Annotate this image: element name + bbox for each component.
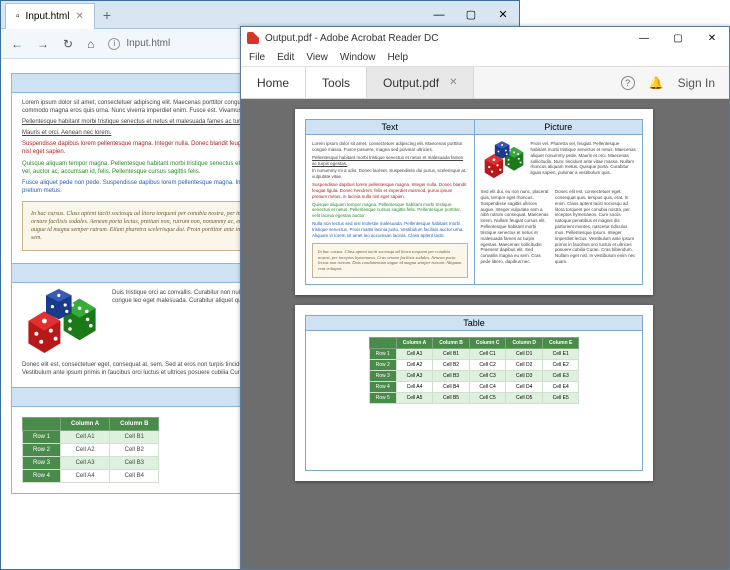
window-controls: — ▢ ✕ — [423, 1, 519, 29]
table-row: Row 4Cell A4Cell B4 — [23, 469, 159, 482]
table-row: Row 1Cell A1Cell B1 — [23, 430, 159, 443]
browser-tab[interactable]: ▫ Input.html ✕ — [5, 3, 95, 29]
close-icon[interactable]: ✕ — [449, 77, 457, 88]
pdf-page: Text Lorem ipsum dolor sit amet, consect… — [295, 109, 653, 295]
tab-label: Output.pdf — [383, 76, 439, 90]
column-text: Text Lorem ipsum dolor sit amet, consect… — [305, 119, 475, 285]
table-row: Row 3Cell A3Cell B3 — [23, 456, 159, 469]
paragraph: Sed elit dui, eu non nunc, placerat quis… — [481, 189, 551, 265]
help-icon[interactable]: ? — [621, 76, 635, 90]
menu-file[interactable]: File — [249, 52, 265, 63]
menu-bar: File Edit View Window Help — [241, 49, 729, 67]
close-button[interactable]: ✕ — [487, 1, 519, 29]
window-title: Output.pdf - Adobe Acrobat Reader DC — [265, 33, 438, 44]
minimize-button[interactable]: — — [423, 1, 455, 29]
paragraph: Nulla non lectus sed nisl molestie males… — [312, 221, 468, 239]
paragraph: Donec elit est, consectetuer eget, conse… — [555, 189, 636, 265]
paragraph: Suspendisse dapibus lorem pellentesque m… — [312, 182, 468, 200]
address-bar[interactable]: i Input.html — [108, 38, 170, 50]
table-header: Column A — [61, 417, 110, 430]
column-header: Text — [306, 120, 474, 135]
data-table: Column AColumn BColumn CColumn DColumn E… — [369, 337, 580, 404]
column-header: Picture — [475, 120, 643, 135]
page-icon: ▫ — [16, 11, 20, 22]
maximize-button[interactable]: ▢ — [455, 1, 487, 29]
menu-edit[interactable]: Edit — [277, 52, 294, 63]
pdf-tab-bar: Home Tools Output.pdf ✕ ? 🔔 Sign In — [241, 67, 729, 99]
menu-help[interactable]: Help — [387, 52, 408, 63]
menu-window[interactable]: Window — [340, 52, 376, 63]
browser-titlebar: ▫ Input.html ✕ + — ▢ ✕ — [1, 1, 519, 29]
paragraph: Proin vel. Pharetra vel, feugiat. Pellen… — [531, 141, 637, 176]
dice-image — [481, 141, 527, 183]
table-header: Column B — [110, 417, 159, 430]
home-button[interactable]: ⌂ — [87, 37, 94, 51]
forward-button[interactable]: → — [37, 37, 49, 51]
back-button[interactable]: ← — [11, 37, 23, 51]
close-button[interactable]: ✕ — [695, 27, 729, 49]
dice-image — [22, 289, 102, 361]
column-picture: Picture Proin vel. Pharetra vel, feugiat… — [475, 119, 644, 285]
paragraph: Pellentesque habitant morbi tristique se… — [312, 155, 468, 167]
refresh-button[interactable]: ↻ — [63, 37, 73, 51]
tab-bar-right: ? 🔔 Sign In — [607, 67, 729, 98]
acrobat-icon — [247, 32, 259, 44]
tab-home[interactable]: Home — [241, 67, 306, 98]
table-header-row: Column AColumn BColumn CColumn DColumn E — [369, 338, 579, 349]
bell-icon[interactable]: 🔔 — [649, 76, 664, 90]
pdf-viewport[interactable]: Text Lorem ipsum dolor sit amet, consect… — [241, 99, 729, 569]
window-controls: — ▢ ✕ — [627, 27, 729, 49]
paragraph: Quisque aliquam tempor magna. Pellentesq… — [312, 202, 468, 220]
close-icon[interactable]: ✕ — [75, 11, 83, 22]
pdf-titlebar: Output.pdf - Adobe Acrobat Reader DC — ▢… — [241, 27, 729, 49]
table-header — [23, 417, 61, 430]
info-icon: i — [108, 38, 120, 50]
minimize-button[interactable]: — — [627, 27, 661, 49]
paragraph: Lorem ipsum dolor sit amet, consectetuer… — [312, 141, 468, 153]
tab-document[interactable]: Output.pdf ✕ — [367, 67, 474, 98]
signin-button[interactable]: Sign In — [678, 76, 715, 90]
table-row: Row 1Cell A1Cell B1Cell C1Cell D1Cell E1 — [369, 349, 579, 360]
table-row: Row 4Cell A4Cell B4Cell C4Cell D4Cell E4 — [369, 382, 579, 393]
table-row: Row 2Cell A2Cell B2 — [23, 443, 159, 456]
callout-box: In hac cursus. Class aptent taciti socio… — [312, 243, 468, 278]
tab-title: Input.html — [26, 11, 70, 22]
tab-tools[interactable]: Tools — [306, 67, 367, 98]
pdf-reader-window: Output.pdf - Adobe Acrobat Reader DC — ▢… — [240, 26, 730, 570]
pdf-page: Table Column AColumn BColumn CColumn DCo… — [295, 305, 653, 481]
maximize-button[interactable]: ▢ — [661, 27, 695, 49]
table-header-row: Column A Column B — [23, 417, 159, 430]
data-table: Column A Column B Row 1Cell A1Cell B1 Ro… — [22, 417, 159, 483]
paragraph: In nonummy mi a odio. Donec laoreet. Sus… — [312, 168, 468, 180]
url-text: Input.html — [126, 38, 170, 49]
menu-view[interactable]: View — [306, 52, 328, 63]
table-row: Row 5Cell A5Cell B5Cell C5Cell D5Cell E5 — [369, 393, 579, 404]
table-row: Row 2Cell A2Cell B2Cell C2Cell D2Cell E2 — [369, 360, 579, 371]
table-row: Row 3Cell A3Cell B3Cell C3Cell D3Cell E3 — [369, 371, 579, 382]
new-tab-button[interactable]: + — [95, 7, 119, 23]
column-header: Table — [306, 316, 642, 331]
